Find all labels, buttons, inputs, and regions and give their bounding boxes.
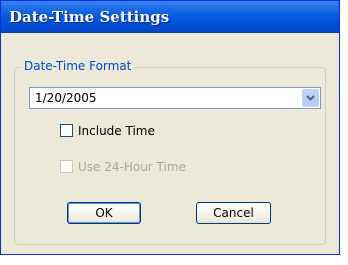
- date-format-value: 1/20/2005: [35, 91, 97, 105]
- cancel-button[interactable]: Cancel: [196, 202, 271, 224]
- use-24-hour-checkbox[interactable]: [60, 160, 73, 173]
- dropdown-button[interactable]: [302, 89, 319, 107]
- window-title: Date-Time Settings: [9, 8, 170, 26]
- include-time-label[interactable]: Include Time: [78, 124, 155, 138]
- group-label: Date-Time Format: [21, 59, 135, 73]
- titlebar[interactable]: Date-Time Settings: [1, 1, 339, 33]
- use-24-hour-label[interactable]: Use 24-Hour Time: [78, 160, 186, 174]
- dialog-window: Date-Time Settings Date-Time Format 1/20…: [0, 0, 340, 255]
- include-time-checkbox[interactable]: [60, 124, 73, 137]
- chevron-down-icon: [306, 95, 315, 101]
- date-format-select[interactable]: 1/20/2005: [29, 87, 321, 109]
- ok-button[interactable]: OK: [67, 202, 141, 224]
